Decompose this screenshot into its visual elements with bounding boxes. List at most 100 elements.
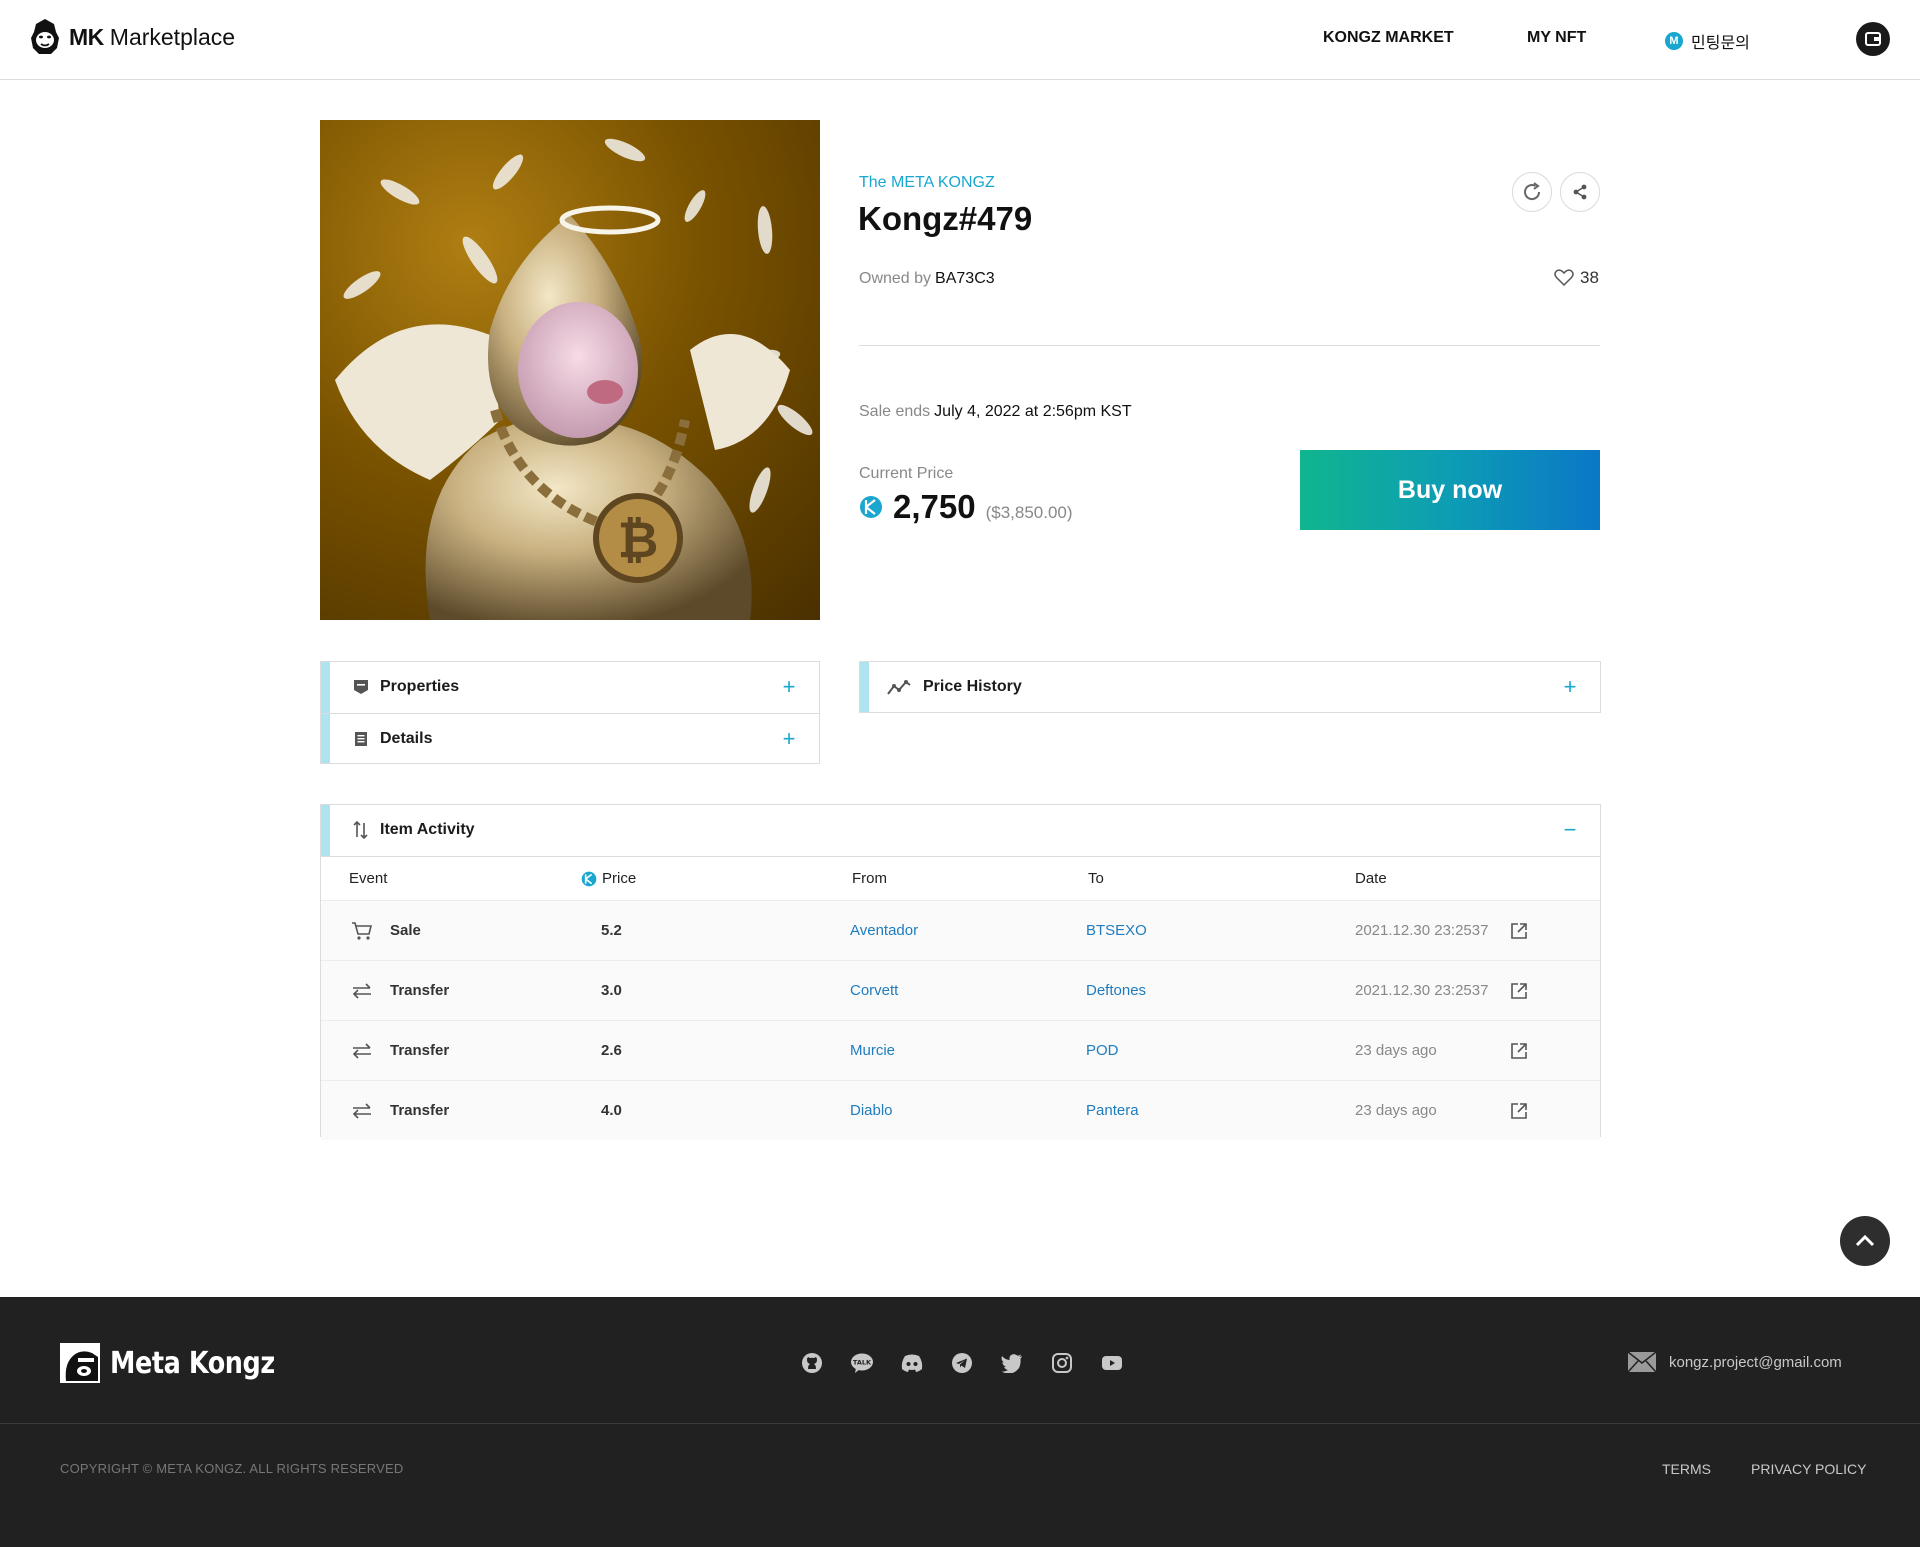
nav-kongz-market[interactable]: KONGZ MARKET <box>1323 29 1454 47</box>
minting-inquiry-label: 민팅문의 <box>1691 35 1750 52</box>
event-to-link[interactable]: Deftones <box>1086 982 1146 999</box>
twitter-link[interactable] <box>1000 1351 1024 1375</box>
price-history-label: Price History <box>923 678 1022 695</box>
site-logo[interactable]: MK Marketplace <box>29 18 235 56</box>
activity-table-header: Event Price From To Date <box>321 857 1600 900</box>
external-link-icon[interactable] <box>1510 1102 1528 1120</box>
event-name: Transfer <box>390 982 450 999</box>
event-price: 3.0 <box>601 982 622 999</box>
event-price: 4.0 <box>601 1102 622 1119</box>
event-from-link[interactable]: Corvett <box>850 982 898 999</box>
wallet-button[interactable] <box>1856 22 1890 56</box>
tag-icon <box>354 680 368 694</box>
minting-badge-icon: M <box>1665 32 1683 50</box>
external-link-icon[interactable] <box>1510 982 1528 1000</box>
table-row: Transfer 3.0 Corvett Deftones 2021.12.30… <box>321 960 1600 1020</box>
nav-my-nft[interactable]: MY NFT <box>1527 29 1586 47</box>
current-price: 2,750 ($3,850.00) <box>859 488 1073 526</box>
mail-icon <box>1627 1351 1657 1373</box>
item-activity-toggle[interactable]: Item Activity − <box>321 805 1600 856</box>
gorilla-logo-icon <box>31 19 59 54</box>
cart-icon <box>352 922 373 940</box>
nav-minting-inquiry[interactable]: M 민팅문의 <box>1665 29 1750 53</box>
properties-label: Properties <box>380 678 460 695</box>
scroll-to-top-button[interactable] <box>1840 1216 1890 1266</box>
footer-email: kongz.project@gmail.com <box>1669 1353 1842 1371</box>
youtube-link[interactable] <box>1100 1351 1124 1375</box>
heart-icon <box>1554 269 1574 287</box>
event-to-link[interactable]: POD <box>1086 1042 1119 1059</box>
meta-kongz-logo-icon <box>60 1343 100 1383</box>
line-chart-icon <box>887 680 911 695</box>
col-price: Price <box>602 870 637 887</box>
event-name: Transfer <box>390 1102 450 1119</box>
youtube-icon <box>1102 1356 1122 1370</box>
share-icon <box>1573 184 1587 200</box>
event-name: Transfer <box>390 1042 450 1059</box>
event-date: 23 days ago <box>1355 1042 1437 1059</box>
collection-link[interactable]: The META KONGZ <box>859 174 995 192</box>
twitter-icon <box>1001 1354 1022 1373</box>
external-link-icon[interactable] <box>1510 922 1528 940</box>
sort-arrows-icon <box>353 820 368 840</box>
kakaotalk-link[interactable]: TALK <box>850 1351 874 1375</box>
klay-token-icon <box>581 871 597 887</box>
svg-text:₿: ₿ <box>618 511 659 569</box>
event-date: 2021.12.30 23:2537 <box>1355 982 1489 999</box>
github-icon <box>802 1353 822 1373</box>
terms-link[interactable]: TERMS <box>1662 1461 1711 1477</box>
transfer-icon <box>352 1103 371 1119</box>
privacy-policy-link[interactable]: PRIVACY POLICY <box>1751 1461 1866 1477</box>
event-to-link[interactable]: Pantera <box>1086 1102 1139 1119</box>
footer-email-link[interactable]: kongz.project@gmail.com <box>1627 1351 1842 1373</box>
minus-icon: − <box>1563 817 1577 842</box>
col-to: To <box>1088 870 1104 887</box>
item-activity-label: Item Activity <box>380 821 475 838</box>
wallet-icon <box>1865 32 1881 46</box>
angel-gorilla-illustration: ₿ <box>335 138 813 620</box>
external-link-icon[interactable] <box>1510 1042 1528 1060</box>
event-from-link[interactable]: Diablo <box>850 1102 893 1119</box>
instagram-link[interactable] <box>1050 1351 1074 1375</box>
col-from: From <box>852 870 887 887</box>
share-button[interactable] <box>1560 172 1600 212</box>
price-history-panel: Price History + <box>859 661 1601 713</box>
document-icon <box>355 732 367 746</box>
owner-link[interactable]: BA73C3 <box>935 270 995 287</box>
token-title: Kongz#479 <box>858 200 1033 237</box>
event-from-link[interactable]: Murcie <box>850 1042 895 1059</box>
like-button[interactable]: 38 <box>1554 268 1599 288</box>
price-usd: ($3,850.00) <box>985 503 1073 522</box>
event-price: 2.6 <box>601 1042 622 1059</box>
col-event: Event <box>349 870 388 887</box>
details-label: Details <box>380 730 433 747</box>
logo-text: MK Marketplace <box>69 23 236 50</box>
table-row: Transfer 2.6 Murcie POD 23 days ago <box>321 1020 1600 1080</box>
properties-details-panel: Properties + Details + <box>320 661 820 764</box>
transfer-icon <box>352 1043 371 1059</box>
nft-artwork-image: ₿ <box>320 120 820 620</box>
discord-link[interactable] <box>900 1351 924 1375</box>
properties-toggle[interactable]: Properties + <box>321 662 819 712</box>
price-value: 2,750 <box>893 488 976 525</box>
event-from-link[interactable]: Aventador <box>850 922 918 939</box>
details-toggle[interactable]: Details + <box>321 714 819 764</box>
footer-logo-text: Meta Kongz <box>110 1345 275 1381</box>
telegram-link[interactable] <box>950 1351 974 1375</box>
kakaotalk-icon: TALK <box>851 1353 873 1373</box>
github-link[interactable] <box>800 1351 824 1375</box>
event-to-link[interactable]: BTSEXO <box>1086 922 1147 939</box>
like-count: 38 <box>1580 268 1599 287</box>
event-price: 5.2 <box>601 922 622 939</box>
plus-icon: + <box>782 674 796 699</box>
divider <box>0 1423 1920 1424</box>
current-price-label: Current Price <box>859 465 954 482</box>
divider <box>859 345 1600 346</box>
footer-logo[interactable]: Meta Kongz <box>60 1343 304 1383</box>
price-history-toggle[interactable]: Price History + <box>860 662 1600 712</box>
table-row: Sale 5.2 Aventador BTSEXO 2021.12.30 23:… <box>321 900 1600 960</box>
telegram-icon <box>952 1353 972 1373</box>
refresh-button[interactable] <box>1512 172 1552 212</box>
refresh-icon <box>1524 182 1541 201</box>
buy-now-button[interactable]: Buy now <box>1300 450 1600 530</box>
